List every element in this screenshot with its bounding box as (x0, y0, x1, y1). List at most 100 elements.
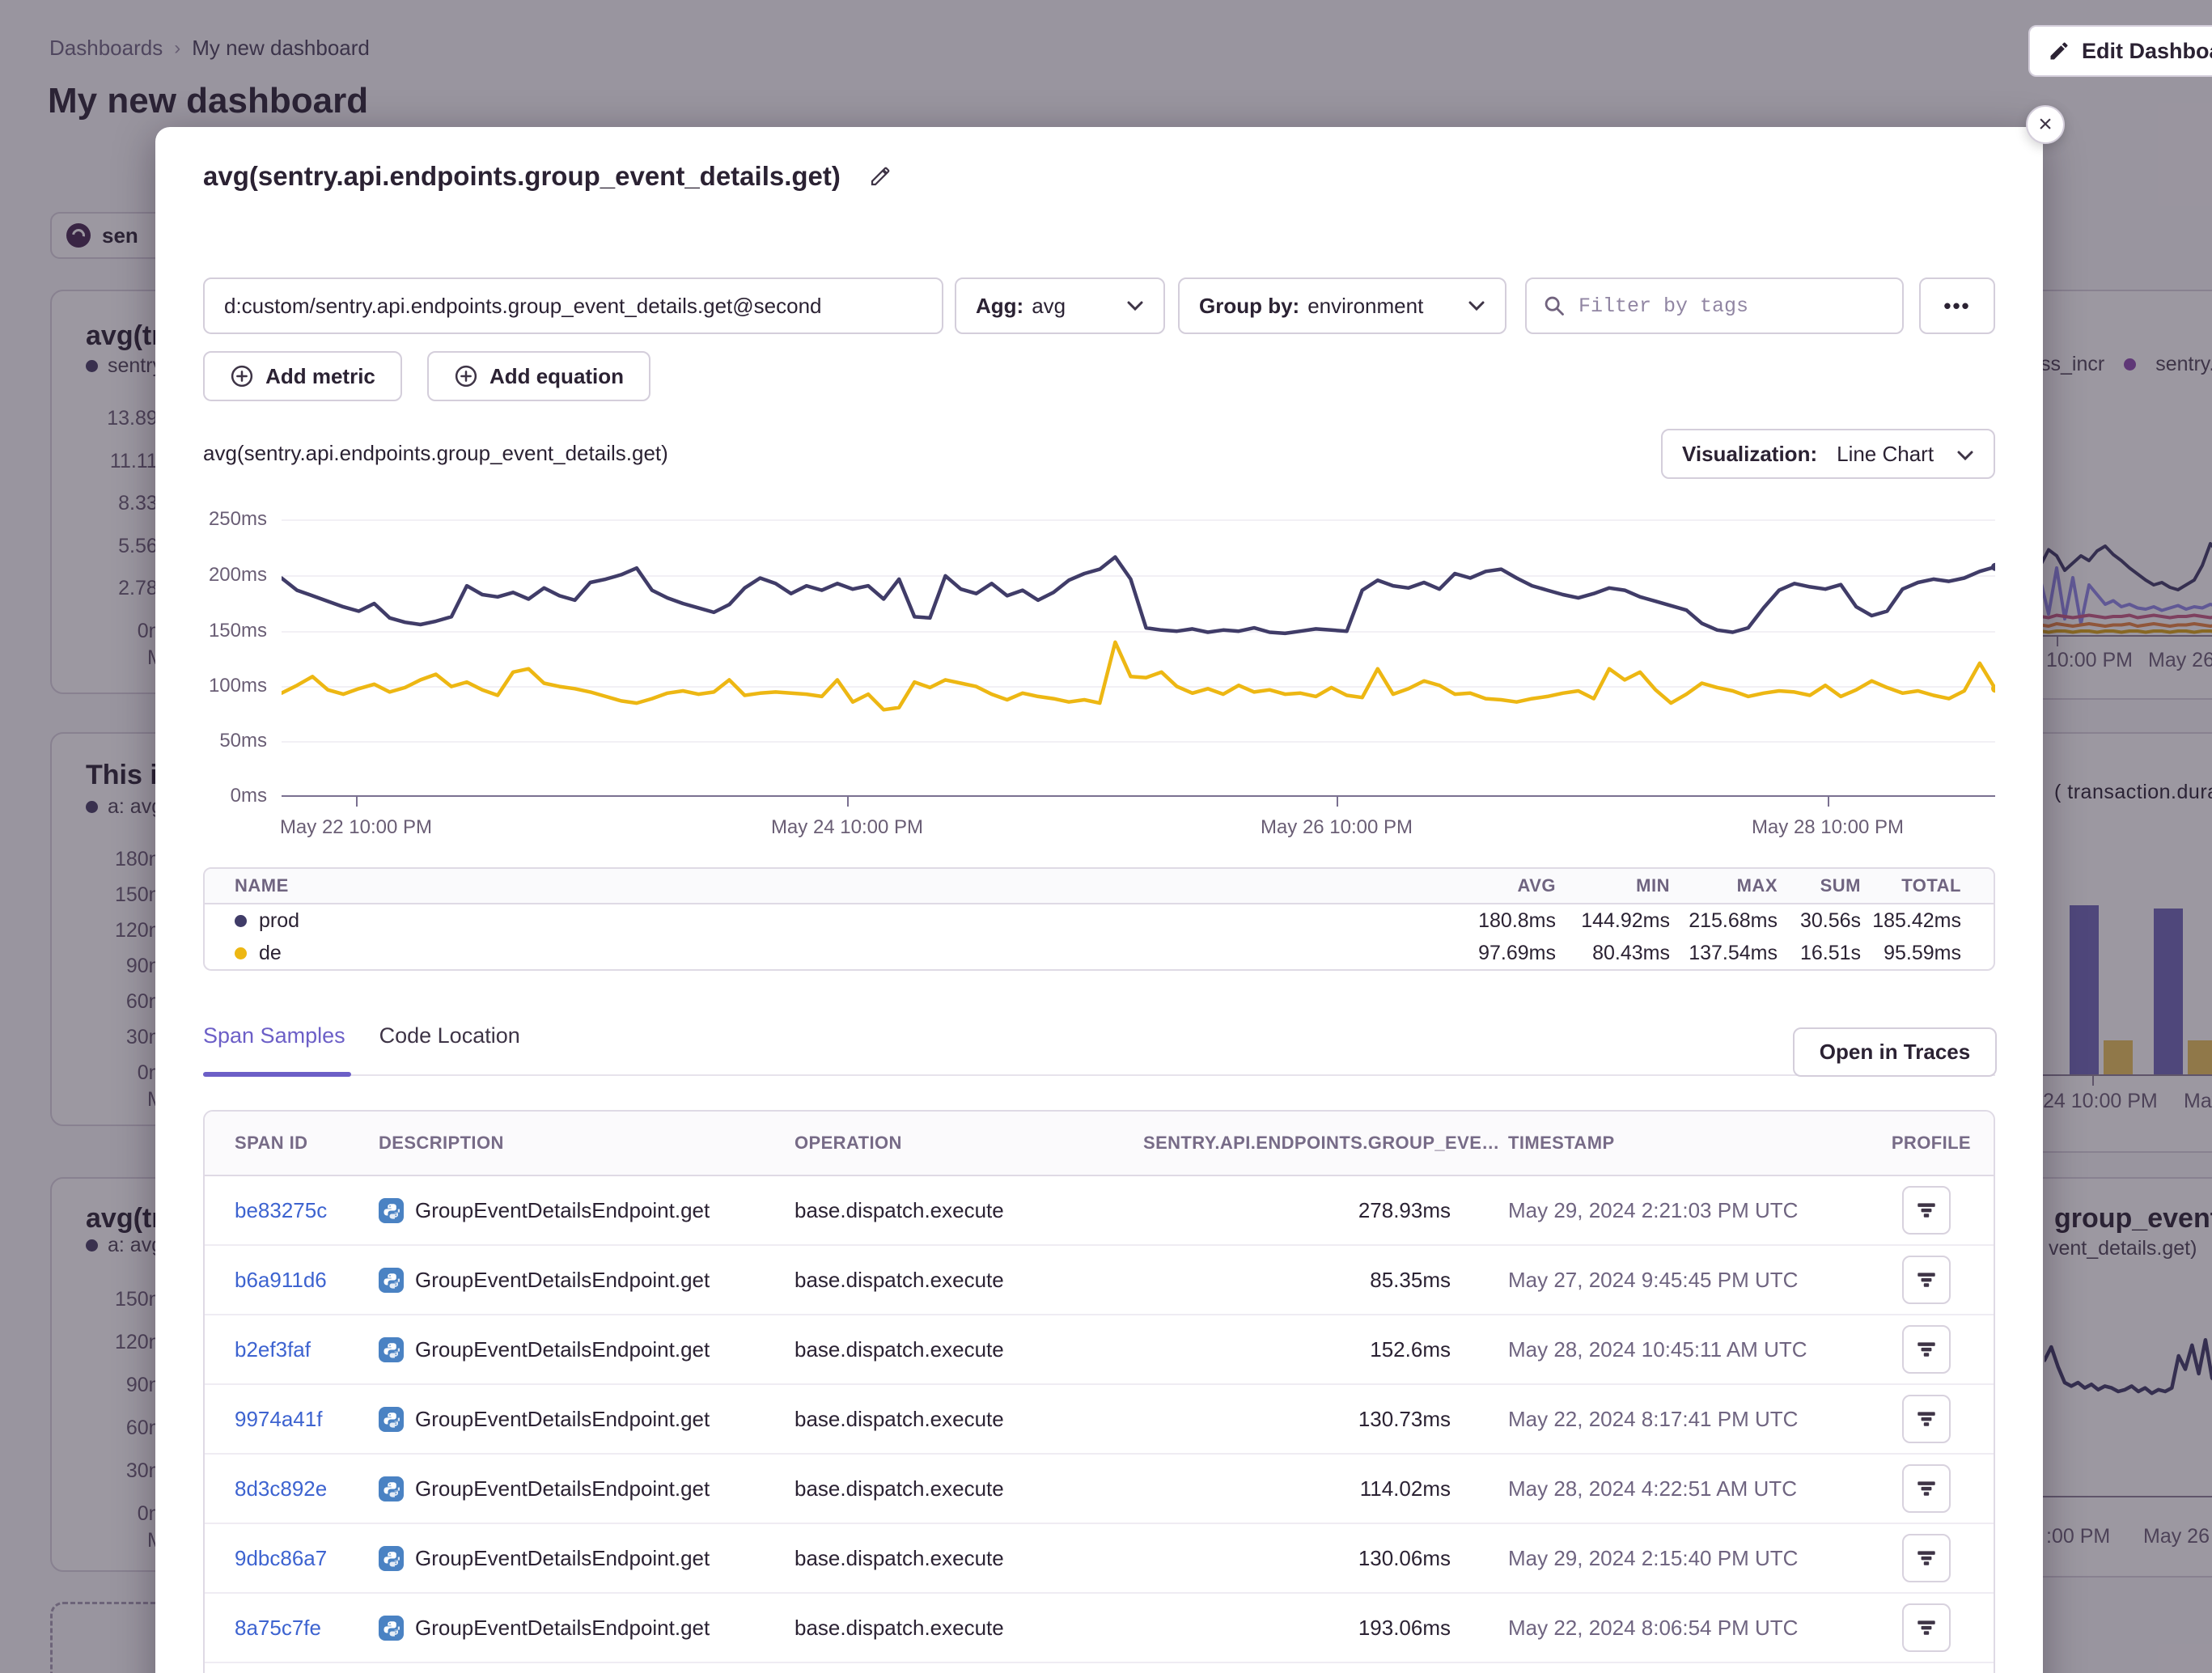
span-id-link[interactable]: b2ef3faf (235, 1337, 379, 1362)
timestamp-cell: May 22, 2024 8:17:41 PM UTC (1451, 1407, 1855, 1432)
visualization-select[interactable]: Visualization: Line Chart (1661, 429, 1995, 479)
stat-max: 137.54ms (1670, 942, 1778, 965)
table-row: 9974a41fGroupEventDetailsEndpoint.getbas… (205, 1385, 1994, 1455)
profile-cell (1855, 1325, 1995, 1374)
series-name-cell: prod (235, 909, 1426, 933)
y-tick-label: 50ms (172, 730, 267, 752)
col-span-id: SPAN ID (235, 1133, 379, 1154)
edit-dashboard-label: Edit Dashboard (2082, 39, 2212, 64)
profile-button[interactable] (1902, 1464, 1951, 1513)
summary-rows: prod180.8ms144.92ms215.68ms30.56s185.42m… (205, 904, 1994, 969)
chart-series-label: avg(sentry.api.endpoints.group_event_det… (203, 441, 668, 466)
metric-query-input[interactable]: d:custom/sentry.api.endpoints.group_even… (203, 277, 943, 334)
profile-button[interactable] (1902, 1534, 1951, 1582)
group-by-select[interactable]: Group by: environment (1178, 277, 1506, 334)
description-label: GroupEventDetailsEndpoint.get (415, 1476, 710, 1501)
x-tick-label: May 22 10:00 PM (235, 816, 477, 839)
table-row: be83275cGroupEventDetailsEndpoint.getbas… (205, 1176, 1994, 1246)
add-metric-button[interactable]: Add metric (203, 351, 402, 401)
span-id-link[interactable]: 9974a41f (235, 1407, 379, 1432)
legend-dot (235, 947, 247, 959)
summary-row[interactable]: prod180.8ms144.92ms215.68ms30.56s185.42m… (205, 904, 1994, 937)
span-id-link[interactable]: be83275c (235, 1198, 379, 1223)
y-tick-label: 200ms (172, 564, 267, 587)
col-name: NAME (235, 875, 1426, 896)
span-id-link[interactable]: 8a75c7fe (235, 1616, 379, 1641)
description-cell: GroupEventDetailsEndpoint.get (379, 1268, 795, 1293)
stat-min: 80.43ms (1556, 942, 1670, 965)
description-label: GroupEventDetailsEndpoint.get (415, 1268, 710, 1293)
plus-circle-icon (230, 364, 254, 388)
col-description: DESCRIPTION (379, 1133, 795, 1154)
col-min: MIN (1556, 875, 1670, 896)
profile-button[interactable] (1902, 1186, 1951, 1235)
description-label: GroupEventDetailsEndpoint.get (415, 1616, 710, 1641)
span-id-link[interactable]: 8d3c892e (235, 1476, 379, 1501)
col-timestamp: TIMESTAMP (1451, 1133, 1855, 1154)
open-in-traces-button[interactable]: Open in Traces (1793, 1027, 1997, 1077)
filter-by-tags-input[interactable]: Filter by tags (1525, 277, 1904, 334)
python-icon (379, 1198, 404, 1223)
profile-cell (1855, 1186, 1995, 1235)
profile-button[interactable] (1902, 1395, 1951, 1443)
chevron-down-icon (1126, 300, 1144, 311)
visualization-label: Visualization: (1682, 442, 1817, 467)
profile-button[interactable] (1902, 1603, 1951, 1652)
stat-sum: 30.56s (1778, 909, 1861, 933)
agg-select[interactable]: Agg: avg (955, 277, 1165, 334)
visualization-value: Line Chart (1837, 442, 1934, 467)
close-modal-button[interactable]: × (2026, 105, 2065, 144)
edit-title-pencil-icon[interactable] (868, 164, 892, 188)
screen: Dashboards › My new dashboard My new das… (0, 0, 2212, 1673)
line-chart[interactable] (282, 510, 1995, 801)
tab-code-location[interactable]: Code Location (379, 1023, 520, 1048)
table-row: 8d3c892eGroupEventDetailsEndpoint.getbas… (205, 1455, 1994, 1524)
description-cell: GroupEventDetailsEndpoint.get (379, 1198, 795, 1223)
col-total: TOTAL (1861, 875, 1961, 896)
table-row: b2ef3fafGroupEventDetailsEndpoint.getbas… (205, 1315, 1994, 1385)
series-name-cell: de (235, 942, 1426, 965)
profile-cell (1855, 1395, 1995, 1443)
pencil-icon (2048, 40, 2070, 62)
chevron-down-icon (1956, 442, 1974, 467)
python-icon (379, 1268, 404, 1293)
stat-total: 95.59ms (1861, 942, 1961, 965)
filter-placeholder: Filter by tags (1578, 294, 1748, 318)
metric-details-modal: avg(sentry.api.endpoints.group_event_det… (155, 127, 2043, 1673)
description-label: GroupEventDetailsEndpoint.get (415, 1546, 710, 1571)
tab-span-samples[interactable]: Span Samples (203, 1023, 345, 1048)
modal-title: avg(sentry.api.endpoints.group_event_det… (203, 161, 841, 192)
profile-button[interactable] (1902, 1256, 1951, 1304)
timestamp-cell: May 28, 2024 4:22:51 AM UTC (1451, 1476, 1855, 1501)
add-equation-button[interactable]: Add equation (427, 351, 650, 401)
stat-avg: 180.8ms (1426, 909, 1556, 933)
col-sum: SUM (1778, 875, 1861, 896)
legend-dot (235, 915, 247, 927)
operation-cell: base.dispatch.execute (795, 1198, 1143, 1223)
summary-row[interactable]: de97.69ms80.43ms137.54ms16.51s95.59ms (205, 937, 1994, 969)
description-cell: GroupEventDetailsEndpoint.get (379, 1337, 795, 1362)
col-metric-value: SENTRY.API.ENDPOINTS.GROUP_EVE… (1143, 1133, 1451, 1154)
span-id-link[interactable]: b6a911d6 (235, 1268, 379, 1293)
more-options-button[interactable]: ••• (1919, 277, 1995, 334)
stat-min: 144.92ms (1556, 909, 1670, 933)
python-icon (379, 1407, 404, 1432)
profile-cell (1855, 1534, 1995, 1582)
samples-rows: be83275cGroupEventDetailsEndpoint.getbas… (205, 1176, 1994, 1663)
metric-value-cell: 130.73ms (1143, 1407, 1451, 1432)
ellipsis-icon: ••• (1943, 294, 1970, 319)
close-icon: × (2038, 111, 2053, 138)
active-tab-indicator (203, 1072, 351, 1077)
series-name: prod (259, 909, 299, 933)
span-id-link[interactable]: 9dbc86a7 (235, 1546, 379, 1571)
profile-cell (1855, 1603, 1995, 1652)
add-metric-label: Add metric (265, 364, 375, 389)
stat-max: 215.68ms (1670, 909, 1778, 933)
timestamp-cell: May 29, 2024 2:15:40 PM UTC (1451, 1546, 1855, 1571)
y-tick-label: 150ms (172, 620, 267, 642)
metric-value-cell: 130.06ms (1143, 1546, 1451, 1571)
profile-button[interactable] (1902, 1325, 1951, 1374)
tabs: Span Samples Code Location (203, 1023, 520, 1048)
edit-dashboard-button[interactable]: Edit Dashboard (2028, 25, 2212, 77)
y-tick-label: 0ms (172, 785, 267, 807)
